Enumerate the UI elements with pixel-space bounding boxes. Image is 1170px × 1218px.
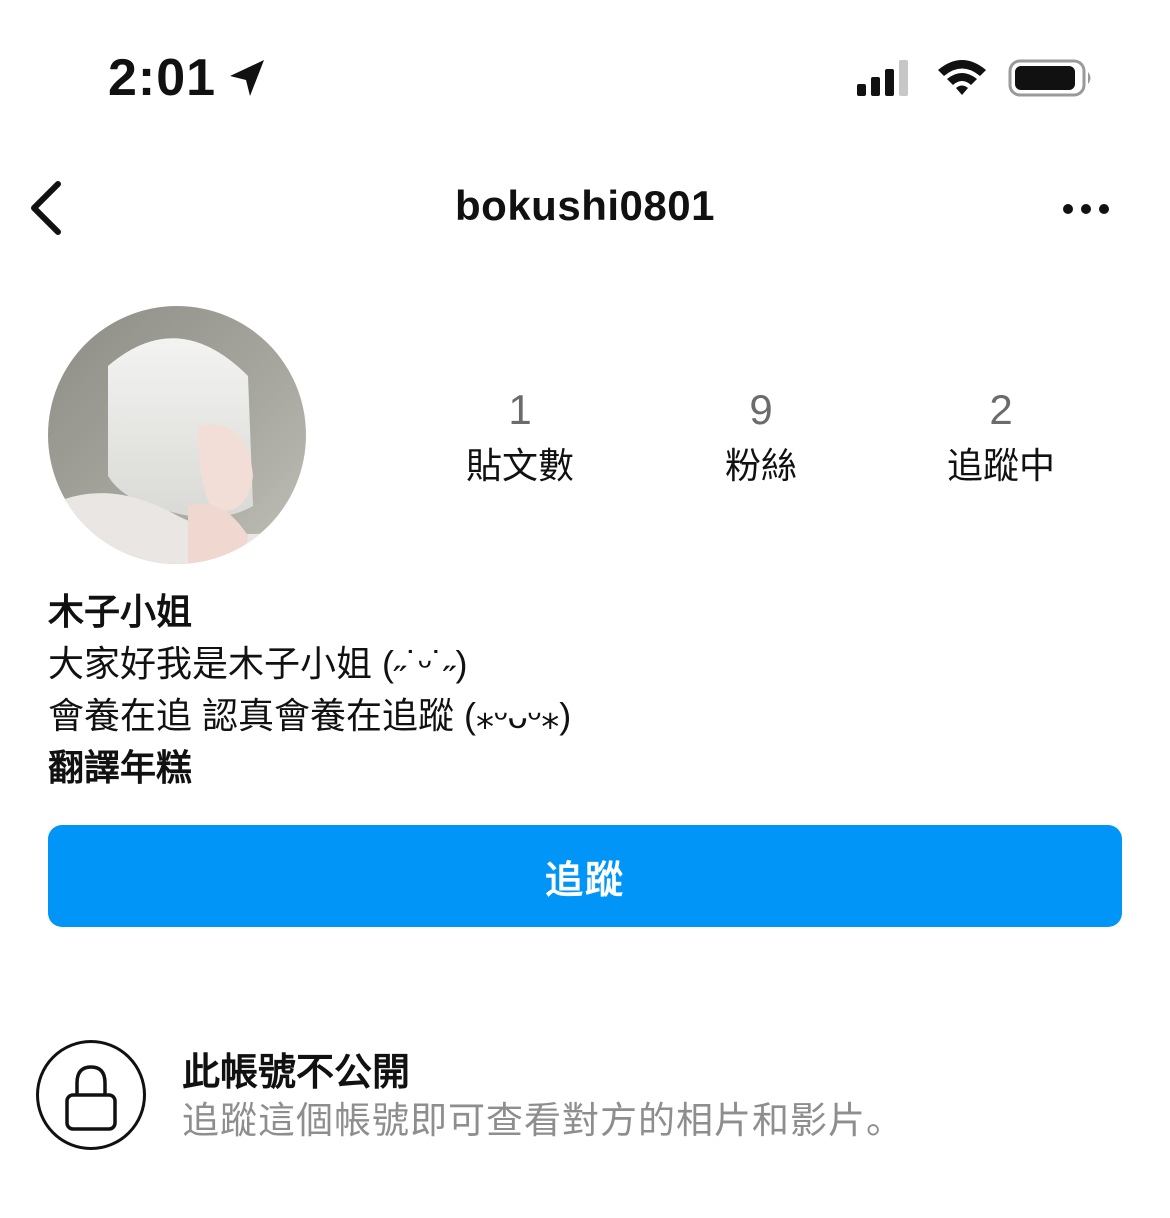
private-account-title: 此帳號不公開: [182, 1052, 411, 1094]
bio-line-1: 大家好我是木子小姐 (˶˙ᵕ˙˶): [48, 643, 468, 684]
stat-followers-label: 粉絲: [724, 445, 797, 486]
battery-icon: [1008, 59, 1091, 97]
bio-line-2: 會養在追 認真會養在追蹤 (⁎ᵕᴗᵕ⁎): [48, 695, 572, 736]
status-time: 2:01: [108, 49, 217, 107]
stat-following-count: 2: [989, 386, 1013, 433]
status-bar: 2:01: [0, 0, 1170, 150]
wifi-icon: [938, 60, 986, 95]
follow-button[interactable]: 追蹤: [48, 825, 1122, 927]
lock-icon: [36, 1040, 146, 1150]
more-dots-icon[interactable]: [1058, 196, 1114, 222]
location-arrow-icon: [230, 60, 264, 96]
cellular-signal-icon: [857, 60, 908, 96]
profile-header: bokushi0801: [0, 160, 1170, 260]
profile-display-name: 木子小姐: [48, 591, 193, 632]
bio-line-3: 翻譯年糕: [48, 747, 193, 788]
profile-bio: 木子小姐 大家好我是木子小姐 (˶˙ᵕ˙˶) 會養在追 認真會養在追蹤 (⁎ᵕᴗ…: [48, 586, 1128, 794]
stat-posts-label: 貼文數: [465, 445, 574, 486]
stat-posts-count: 1: [508, 386, 532, 433]
stat-followers-count: 9: [749, 386, 773, 433]
stat-following-label: 追蹤中: [946, 445, 1055, 486]
avatar-photo: [48, 306, 306, 564]
private-account-description: 追蹤這個帳號即可查看對方的相片和影片。: [182, 1100, 904, 1141]
stat-posts[interactable]: 1 貼文數: [400, 384, 640, 492]
profile-avatar[interactable]: [48, 306, 306, 564]
stat-following[interactable]: 2 追蹤中: [881, 384, 1121, 492]
stat-followers[interactable]: 9 粉絲: [641, 384, 881, 492]
profile-username: bokushi0801: [455, 182, 715, 229]
